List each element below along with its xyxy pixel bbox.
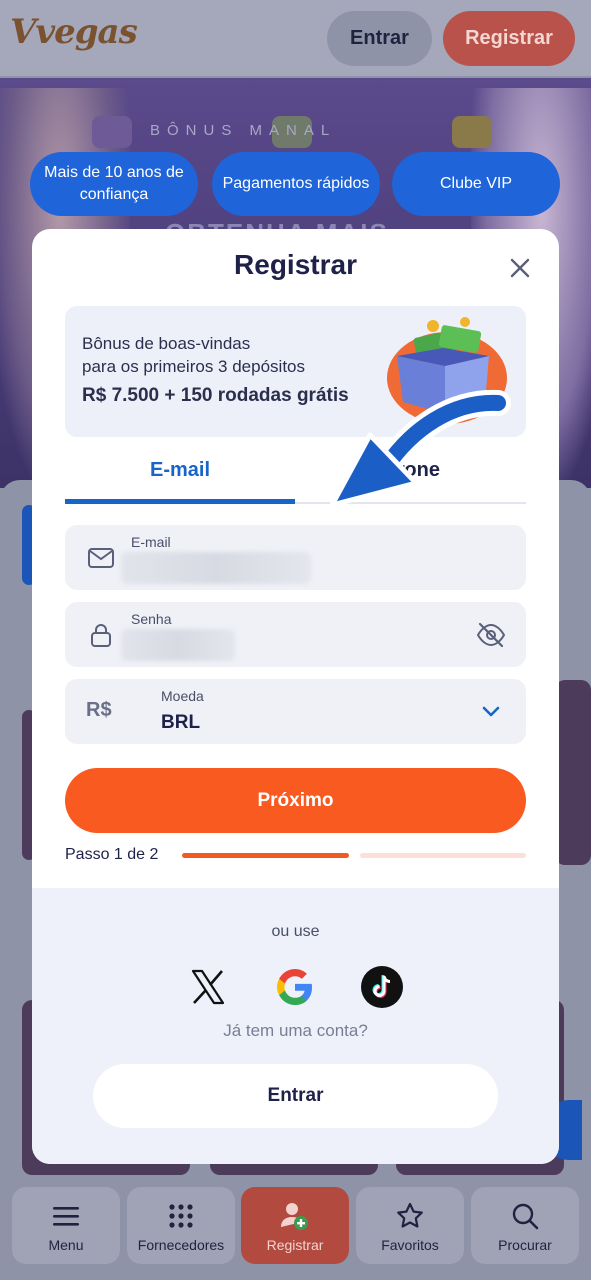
- tiktok-icon[interactable]: [361, 966, 403, 1008]
- currency-symbol: R$: [86, 699, 112, 721]
- next-button[interactable]: Próximo: [65, 768, 526, 833]
- email-field-label: E-mail: [131, 534, 171, 550]
- google-icon[interactable]: [274, 966, 316, 1008]
- nav-favorites[interactable]: Favoritos: [356, 1187, 464, 1264]
- bonus-amount: R$ 7.500 + 150 rodadas grátis: [82, 385, 349, 406]
- currency-value: BRL: [161, 712, 201, 733]
- bonus-line-2: para os primeiros 3 depósitos: [82, 357, 306, 376]
- top-header: Vvegas Entrar Registrar: [0, 0, 591, 76]
- game-card[interactable]: [555, 680, 591, 865]
- pill-label: Clube VIP: [439, 175, 513, 192]
- crown-icon: [452, 116, 492, 148]
- eye-off-icon[interactable]: [476, 621, 506, 649]
- tab-email[interactable]: E-mail: [65, 459, 295, 482]
- nav-search[interactable]: Procurar: [471, 1187, 579, 1264]
- nav-label: Favoritos: [381, 1237, 439, 1253]
- step-indicator-label: Passo 1 de 2: [65, 846, 159, 863]
- modal-footer: ou use Já tem uma conta? Entrar: [32, 888, 559, 1164]
- or-use-label: ou use: [271, 923, 320, 940]
- header-register-button[interactable]: Registrar: [443, 11, 575, 66]
- email-value-redacted: [121, 552, 311, 584]
- bottom-navigation: Menu Fornecedores Registrar Favoritos Pr…: [0, 1178, 591, 1280]
- chevron-down-icon[interactable]: [476, 701, 506, 729]
- login-button[interactable]: Entrar: [93, 1064, 498, 1128]
- header-login-button[interactable]: Entrar: [327, 11, 432, 66]
- password-field-label: Senha: [131, 611, 172, 627]
- tutorial-arrow-icon: [322, 389, 522, 509]
- currency-field-label: Moeda: [161, 688, 204, 704]
- active-tab-indicator: [65, 499, 295, 504]
- currency-select[interactable]: R$ Moeda BRL: [65, 679, 526, 744]
- password-value-redacted: [121, 629, 235, 661]
- nav-label: Procurar: [498, 1237, 552, 1253]
- step-progress-current: [182, 853, 349, 858]
- menu-icon: [51, 1201, 81, 1231]
- add-user-icon: [280, 1201, 310, 1231]
- nav-label: Registrar: [266, 1237, 324, 1253]
- trust-pill: Mais de 10 anos de confiança: [30, 152, 198, 216]
- vvegas-logo[interactable]: Vvegas: [10, 12, 138, 52]
- vip-club-pill: Clube VIP: [392, 152, 560, 216]
- lock-icon: [87, 622, 115, 648]
- have-account-text: Já tem uma conta?: [223, 1021, 368, 1040]
- nav-providers[interactable]: Fornecedores: [127, 1187, 235, 1264]
- nav-register[interactable]: Registrar: [241, 1187, 349, 1264]
- bonus-line-1: Bônus de boas-vindas: [82, 334, 251, 353]
- banner-kicker: BÔNUS MANAL: [150, 122, 337, 139]
- password-field[interactable]: Senha: [65, 602, 526, 667]
- envelope-icon: [87, 545, 115, 571]
- nav-label: Fornecedores: [137, 1237, 225, 1253]
- x-icon[interactable]: [187, 966, 229, 1008]
- nav-menu[interactable]: Menu: [12, 1187, 120, 1264]
- pill-label: Mais de 10 anos de confiança: [44, 164, 184, 203]
- step-progress-remaining: [360, 853, 526, 858]
- email-field[interactable]: E-mail: [65, 525, 526, 590]
- pill-label: Pagamentos rápidos: [222, 175, 370, 192]
- search-icon: [511, 1201, 539, 1231]
- modal-title: Registrar: [234, 249, 357, 280]
- close-icon[interactable]: [509, 257, 531, 279]
- confetti-icon: [92, 116, 132, 148]
- nav-label: Menu: [48, 1237, 84, 1253]
- grid-icon: [168, 1201, 194, 1231]
- fast-payments-pill: Pagamentos rápidos: [212, 152, 380, 216]
- star-icon: [395, 1201, 425, 1231]
- register-modal: Registrar Bônus de boas-vindas para os p…: [32, 229, 559, 1164]
